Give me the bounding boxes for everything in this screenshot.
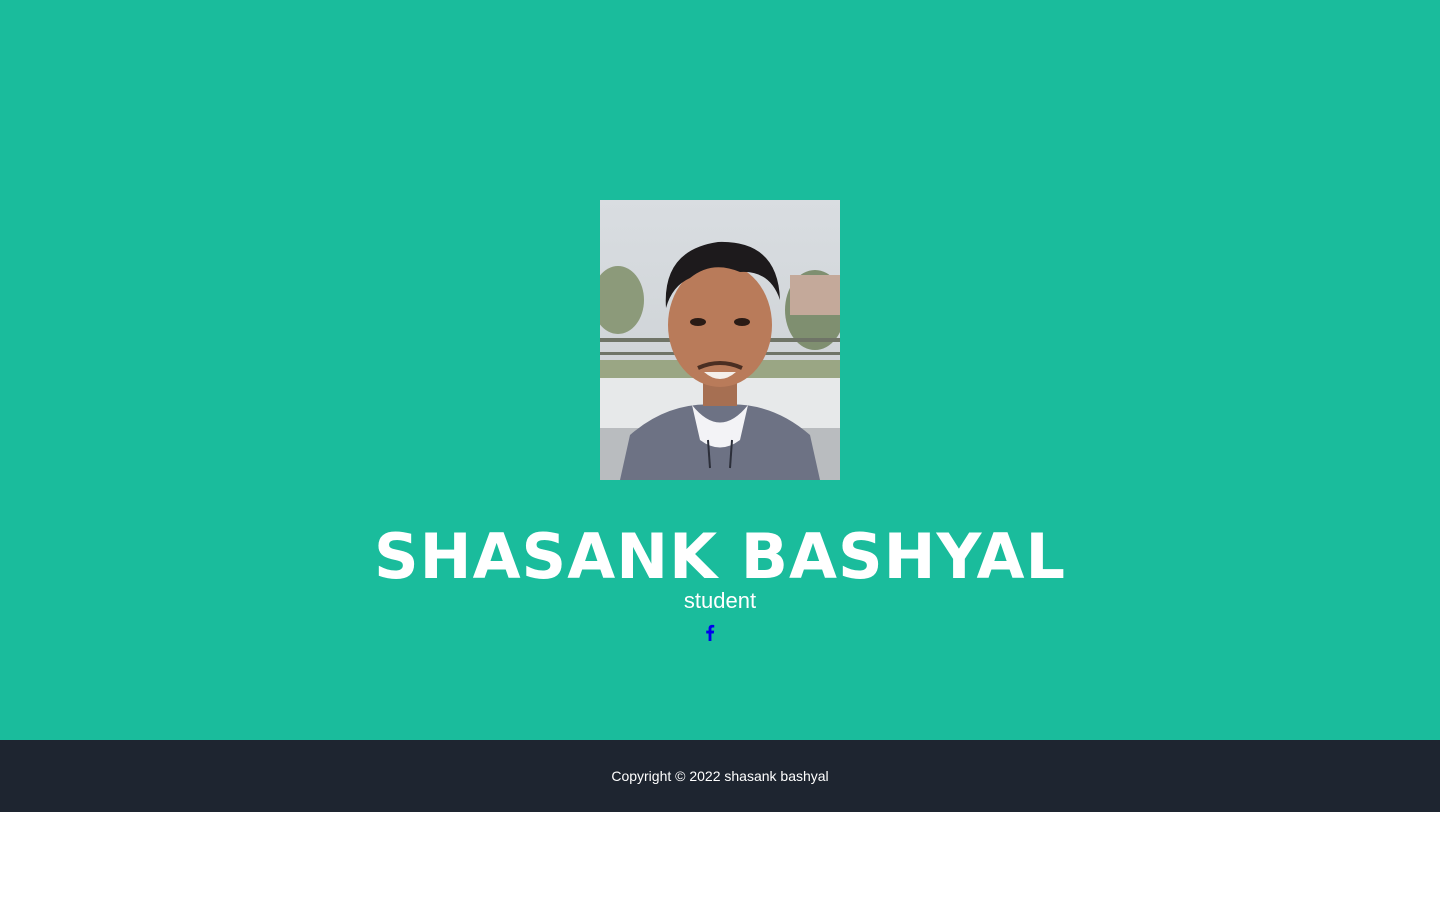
footer: Copyright © 2022 shasank bashyal [0,740,1440,812]
copyright-text: Copyright © 2022 shasank bashyal [611,768,829,784]
masthead: SHASANK BASHYAL student [0,0,1440,740]
profile-name: SHASANK BASHYAL [374,520,1066,593]
profile-photo-image [600,200,840,480]
facebook-icon [706,624,715,641]
profile-role: student [683,588,757,613]
facebook-link[interactable] [700,620,720,644]
profile-photo [600,200,840,480]
